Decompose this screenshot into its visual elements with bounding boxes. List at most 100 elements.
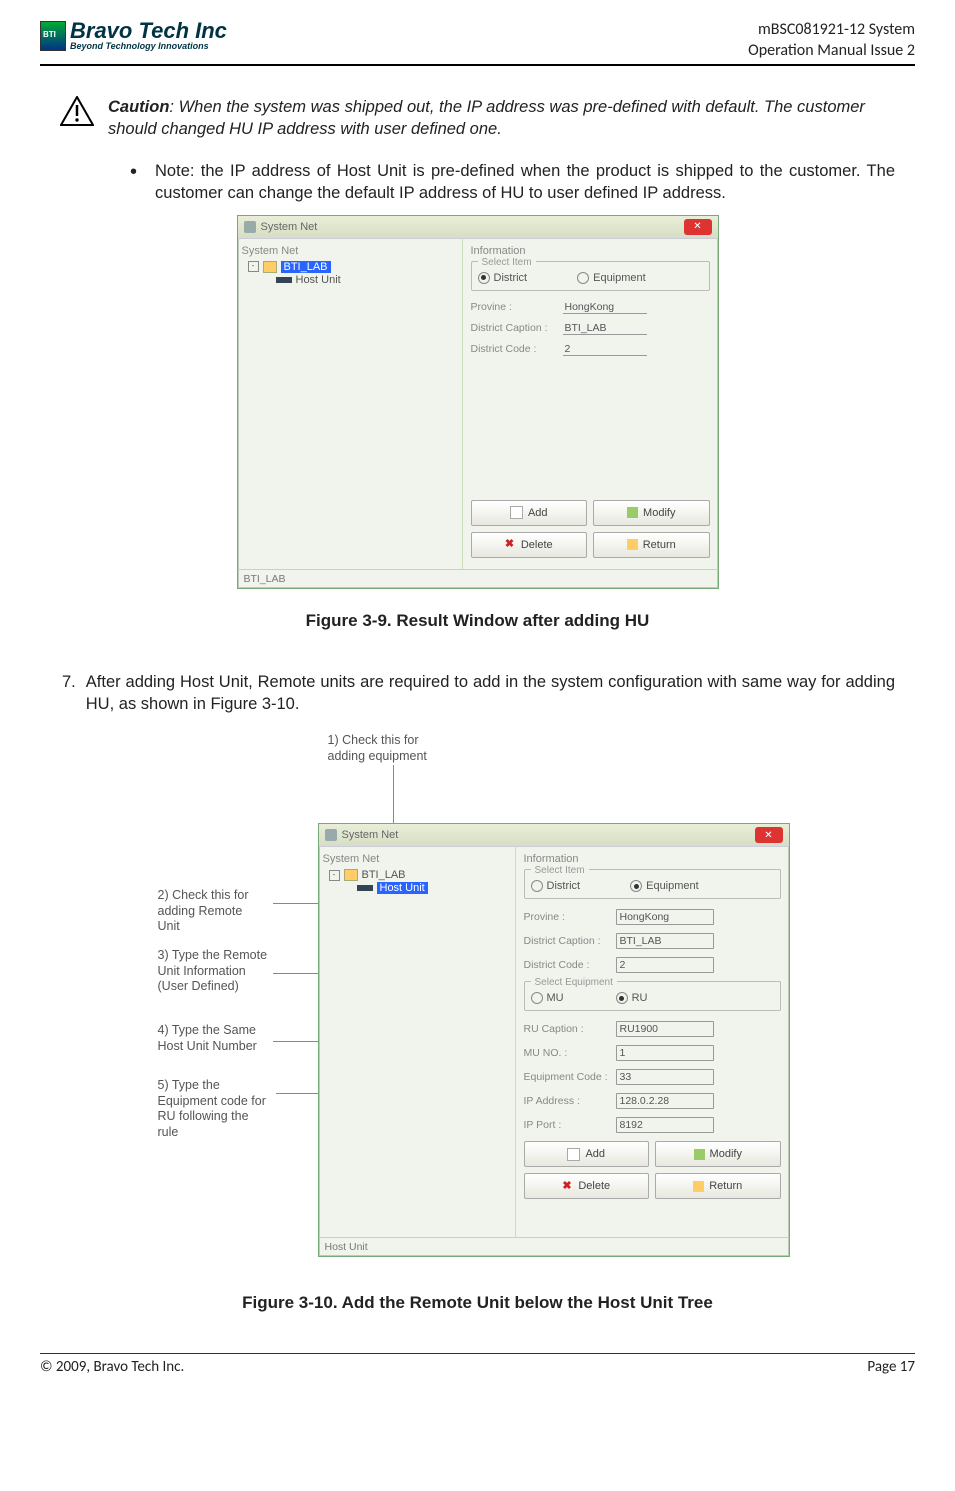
- status-bar: BTI_LAB: [238, 569, 718, 588]
- app-icon: [325, 829, 337, 841]
- info-pane: Information Select Item District Equipme…: [463, 239, 718, 569]
- page-footer: © 2009, Bravo Tech Inc. Page 17: [40, 1353, 915, 1376]
- doc-line1: mBSC081921-12 System: [748, 20, 915, 41]
- ip-addr-input[interactable]: 128.0.2.28: [616, 1093, 714, 1109]
- annotation-1: 1) Check this for adding equipment: [328, 733, 458, 764]
- delete-icon: ✖: [505, 539, 516, 550]
- expand-icon[interactable]: -: [248, 261, 259, 272]
- ru-caption-input[interactable]: RU1900: [616, 1021, 714, 1037]
- close-button[interactable]: ✕: [684, 219, 712, 235]
- code-input[interactable]: 2: [563, 343, 647, 356]
- province-input[interactable]: HongKong: [616, 909, 714, 925]
- ann1-line: [393, 765, 394, 823]
- ip-port-input[interactable]: 8192: [616, 1117, 714, 1133]
- status-bar: Host Unit: [319, 1237, 789, 1256]
- tree-child-label: Host Unit: [377, 882, 428, 894]
- radio-district[interactable]: District: [478, 272, 528, 284]
- fig9-caption: Figure 3-9. Result Window after adding H…: [40, 611, 915, 631]
- radio-mu[interactable]: MU: [531, 992, 564, 1004]
- hostunit-icon: [357, 885, 373, 891]
- doc-title: mBSC081921-12 System Operation Manual Is…: [748, 20, 915, 62]
- folder-icon: [344, 869, 358, 881]
- modify-button[interactable]: Modify: [593, 500, 710, 526]
- delete-button[interactable]: ✖Delete: [524, 1173, 650, 1199]
- caution-block: Caution: When the system was shipped out…: [60, 96, 895, 141]
- tree-root-label: BTI_LAB: [281, 261, 331, 273]
- fig10-window: System Net ✕ System Net - BTI_LAB Host U…: [318, 823, 790, 1257]
- select-item-group: Select Item District Equipment: [471, 261, 710, 291]
- close-button[interactable]: ✕: [755, 827, 783, 843]
- button-row: Add Modify ✖Delete Return: [471, 500, 710, 558]
- modify-button[interactable]: Modify: [655, 1141, 781, 1167]
- step-7: 7. After adding Host Unit, Remote units …: [62, 671, 895, 716]
- caution-body: : When the system was shipped out, the I…: [108, 98, 865, 138]
- app-icon: [244, 221, 256, 233]
- modify-icon: [627, 507, 638, 518]
- caption-input[interactable]: BTI_LAB: [616, 933, 714, 949]
- titlebar: System Net ✕: [319, 824, 789, 847]
- return-button[interactable]: Return: [593, 532, 710, 558]
- eq-code-input[interactable]: 33: [616, 1069, 714, 1085]
- window-title: System Net: [261, 221, 318, 233]
- tree-root[interactable]: - BTI_LAB: [248, 261, 458, 273]
- fig9-window: System Net ✕ System Net - BTI_LAB Host U…: [237, 215, 719, 589]
- tree-child-label: Host Unit: [296, 274, 341, 286]
- tree-pane: System Net - BTI_LAB Host Unit: [319, 847, 516, 1237]
- warning-icon: [60, 96, 94, 126]
- info-title: Information: [471, 245, 710, 257]
- bullet-icon: •: [130, 162, 137, 205]
- page-header: Bravo Tech Inc Beyond Technology Innovat…: [40, 20, 915, 66]
- tree-title: System Net: [323, 853, 511, 865]
- caution-label: Caution: [108, 98, 169, 116]
- select-equip-group: Select Equipment MU RU: [524, 981, 781, 1011]
- fig10-caption: Figure 3-10. Add the Remote Unit below t…: [40, 1293, 915, 1313]
- folder-icon: [263, 261, 277, 273]
- tree-child[interactable]: Host Unit: [248, 274, 458, 286]
- tree-child[interactable]: Host Unit: [329, 882, 511, 894]
- add-icon: [510, 506, 523, 519]
- annotation-3: 3) Type the Remote Unit Information (Use…: [158, 948, 268, 995]
- code-input[interactable]: 2: [616, 957, 714, 973]
- modify-icon: [694, 1149, 705, 1160]
- annotation-4: 4) Type the Same Host Unit Number: [158, 1023, 268, 1054]
- mu-no-input[interactable]: 1: [616, 1045, 714, 1061]
- titlebar: System Net ✕: [238, 216, 718, 239]
- caption-input[interactable]: BTI_LAB: [563, 322, 647, 335]
- radio-district[interactable]: District: [531, 880, 581, 892]
- window-title: System Net: [342, 829, 399, 841]
- caution-text: Caution: When the system was shipped out…: [108, 96, 895, 141]
- info-pane: Information Select Item District Equipme…: [516, 847, 789, 1237]
- logo-line1: Bravo Tech Inc: [70, 20, 227, 42]
- tree-title: System Net: [242, 245, 458, 257]
- annotation-5: 5) Type the Equipment code for RU follow…: [158, 1078, 273, 1141]
- return-button[interactable]: Return: [655, 1173, 781, 1199]
- province-input[interactable]: HongKong: [563, 301, 647, 314]
- add-button[interactable]: Add: [524, 1141, 650, 1167]
- note-text: Note: the IP address of Host Unit is pre…: [155, 160, 895, 205]
- radio-ru[interactable]: RU: [616, 992, 648, 1004]
- info-title: Information: [524, 853, 781, 865]
- radio-equipment[interactable]: Equipment: [630, 880, 699, 892]
- select-item-group: Select Item District Equipment: [524, 869, 781, 899]
- doc-line2: Operation Manual Issue 2: [748, 41, 915, 62]
- province-field: Provine : HongKong: [471, 301, 710, 314]
- logo-icon: [40, 21, 66, 51]
- logo-line2: Beyond Technology Innovations: [70, 42, 227, 51]
- code-field: District Code : 2: [471, 343, 710, 356]
- add-button[interactable]: Add: [471, 500, 588, 526]
- return-icon: [693, 1181, 704, 1192]
- hostunit-icon: [276, 277, 292, 283]
- step-text: After adding Host Unit, Remote units are…: [86, 671, 895, 716]
- delete-button[interactable]: ✖Delete: [471, 532, 588, 558]
- add-icon: [567, 1148, 580, 1161]
- fig10-wrap: 1) Check this for adding equipment 2) Ch…: [158, 733, 798, 1283]
- select-item-label: Select Item: [478, 257, 536, 268]
- radio-equipment[interactable]: Equipment: [577, 272, 646, 284]
- footer-left: © 2009, Bravo Tech Inc.: [40, 1358, 184, 1376]
- tree-root[interactable]: - BTI_LAB: [329, 869, 511, 881]
- logo-block: Bravo Tech Inc Beyond Technology Innovat…: [40, 20, 227, 51]
- expand-icon[interactable]: -: [329, 870, 340, 881]
- note-bullet: • Note: the IP address of Host Unit is p…: [130, 160, 895, 205]
- step-num: 7.: [62, 671, 76, 716]
- delete-icon: ✖: [562, 1181, 573, 1192]
